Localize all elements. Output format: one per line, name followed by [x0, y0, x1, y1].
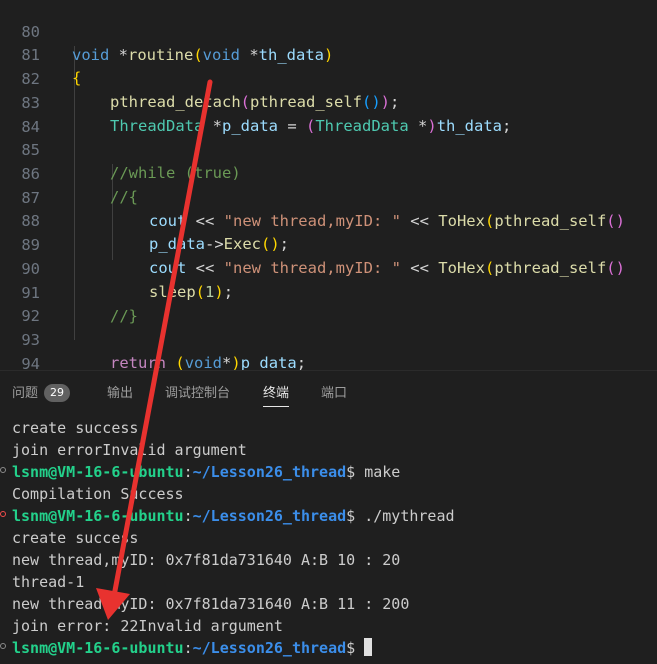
- code-line[interactable]: 95: [0, 354, 657, 370]
- terminal-output-line: new thread,myID: 0x7f81da731640 A:B 10 :…: [12, 551, 401, 569]
- terminal-output-line: Compilation Success: [12, 485, 184, 503]
- terminal-output-line: thread-1: [12, 573, 85, 591]
- code-line[interactable]: 87 cout << "new thread,myID: " << ToHex(…: [0, 164, 657, 230]
- terminal-output-line: create success: [12, 419, 139, 437]
- code-line[interactable]: 91 //}: [0, 259, 657, 325]
- code-line[interactable]: 80 void *routine(void *th_data): [0, 0, 657, 64]
- problems-count-badge: 29: [44, 384, 71, 402]
- code-line[interactable]: 89 cout << "new thread,myID: " << ToHex(…: [0, 211, 657, 277]
- bottom-panel: 问题 29 输出 调试控制台 终端 端口 create success join …: [0, 370, 657, 664]
- code-editor[interactable]: 80 void *routine(void *th_data) 81 { 82 …: [0, 0, 657, 370]
- code-line[interactable]: 83 ThreadData *p_data = (ThreadData *)th…: [0, 69, 657, 135]
- terminal-output-line: new thread,myID: 0x7f81da731640 A:B 11 :…: [12, 595, 410, 613]
- code-line[interactable]: 94 }: [0, 330, 657, 370]
- terminal-prompt-line: lsnm@VM-16-6-ubuntu:~/Lesson26_thread$ m…: [12, 463, 401, 481]
- terminal-cursor: [364, 638, 373, 656]
- terminal-input-line[interactable]: lsnm@VM-16-6-ubuntu:~/Lesson26_thread$: [12, 637, 373, 659]
- code-line[interactable]: 85 //while (true): [0, 116, 657, 182]
- terminal-output-line: join error: 22Invalid argument: [12, 617, 283, 635]
- tab-problems[interactable]: 问题 29: [12, 382, 71, 402]
- tab-terminal[interactable]: 终端: [263, 382, 290, 407]
- terminal-output-line: create success: [12, 529, 139, 547]
- command-status-dot-icon[interactable]: [0, 643, 6, 649]
- code-line[interactable]: 84: [0, 93, 657, 136]
- terminal-output-line: join errorInvalid argument: [12, 441, 247, 459]
- command-error-dot-icon[interactable]: [0, 511, 6, 517]
- tab-debug-console[interactable]: 调试控制台: [165, 382, 230, 401]
- code-line[interactable]: 92: [0, 282, 657, 325]
- code-line[interactable]: 90 sleep(1);: [0, 235, 657, 301]
- code-line[interactable]: 81 {: [0, 21, 657, 87]
- panel-tab-bar: 问题 29 输出 调试控制台 终端 端口: [0, 371, 657, 409]
- code-line[interactable]: 88 p_data->Exec();: [0, 187, 657, 253]
- tab-ports[interactable]: 端口: [321, 382, 347, 401]
- command-status-dot-icon[interactable]: [0, 467, 6, 473]
- terminal-prompt-line: lsnm@VM-16-6-ubuntu:~/Lesson26_thread$ .…: [12, 507, 455, 525]
- code-line[interactable]: 93 return (void*)p_data;: [0, 306, 657, 370]
- code-line[interactable]: 86 //{: [0, 140, 657, 206]
- tab-output[interactable]: 输出: [107, 382, 133, 401]
- code-line[interactable]: 82 pthread_detach(pthread_self());: [0, 45, 657, 111]
